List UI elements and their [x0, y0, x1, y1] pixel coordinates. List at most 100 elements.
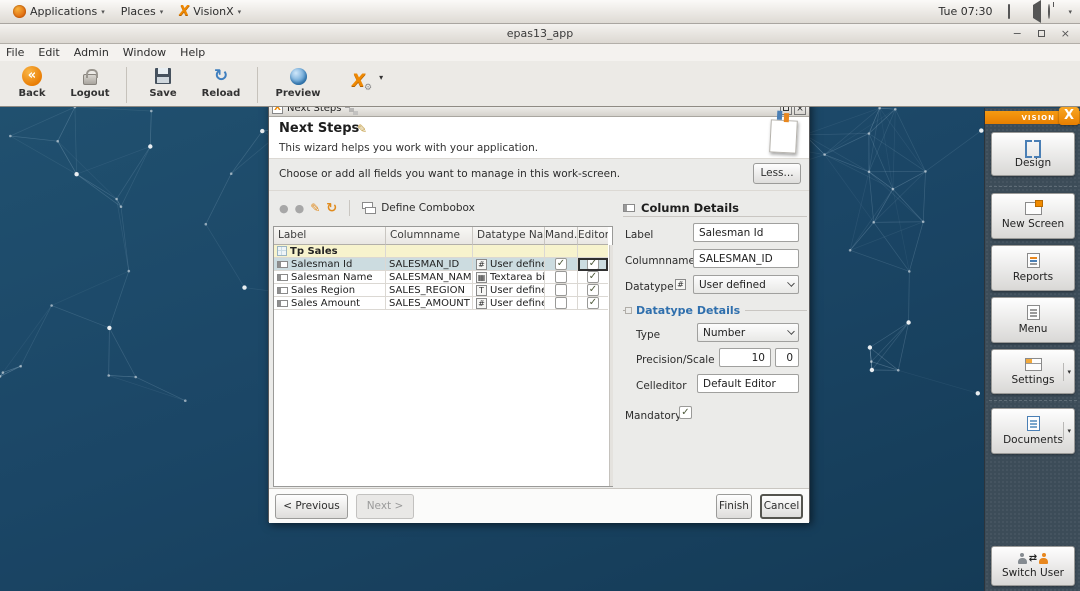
- label-input[interactable]: Salesman Id: [693, 223, 799, 242]
- column-header-label[interactable]: Label: [274, 227, 386, 245]
- floppy-icon: [155, 68, 171, 84]
- type-field-label: Type: [636, 329, 660, 341]
- screen-preview-thumbnail[interactable]: [769, 119, 798, 153]
- minimize-button[interactable]: −: [1013, 27, 1022, 41]
- mandatory-checkbox[interactable]: [555, 297, 567, 309]
- menu-edit[interactable]: Edit: [38, 46, 59, 59]
- new-screen-icon: [1025, 202, 1042, 215]
- field-icon: [277, 300, 288, 307]
- editor-checkbox[interactable]: ✓: [587, 271, 599, 283]
- refresh-icon[interactable]: ↻: [326, 201, 337, 216]
- table-group-row[interactable]: Tp Sales: [274, 245, 612, 258]
- dialog-heading: Next Steps: [279, 121, 359, 136]
- editor-checkbox[interactable]: ✓: [587, 284, 599, 296]
- power-icon[interactable]: [1048, 5, 1062, 19]
- refresh-icon: ↻: [214, 66, 228, 86]
- next-button[interactable]: Next >: [356, 494, 414, 519]
- column-header-datatype[interactable]: Datatype Name: [473, 227, 545, 245]
- pencil-icon: ✎: [357, 122, 367, 136]
- documents-icon: [1027, 416, 1040, 431]
- menu-icon: [1027, 305, 1040, 320]
- celleditor-input[interactable]: Default Editor: [697, 374, 799, 393]
- save-button[interactable]: Save: [141, 65, 185, 99]
- chevron-down-icon[interactable]: ▾: [1063, 363, 1071, 381]
- textarea-type-icon: ▦: [476, 272, 487, 283]
- instruction-text: Choose or add all fields you want to man…: [279, 168, 620, 180]
- chevron-down-icon: ▾: [238, 8, 242, 16]
- previous-button[interactable]: < Previous: [275, 494, 348, 519]
- datatype-combo-cell[interactable]: # User defined ▾: [473, 258, 545, 271]
- menu-window[interactable]: Window: [123, 46, 166, 59]
- documents-button[interactable]: Documents ▾: [991, 408, 1075, 454]
- maximize-button[interactable]: [1038, 27, 1045, 41]
- fields-table: Label Columnname Datatype Name Mand... E…: [273, 226, 613, 487]
- places-menu[interactable]: Places ▾: [116, 3, 169, 20]
- settings-button[interactable]: Settings ▾: [991, 349, 1075, 394]
- chevron-down-icon: [787, 279, 795, 287]
- switch-user-button[interactable]: ⇄ Switch User: [991, 546, 1075, 586]
- menu-button[interactable]: Menu: [991, 297, 1075, 343]
- finish-button[interactable]: Finish: [716, 494, 752, 519]
- next-steps-dialog: X Next Steps × Next Steps ✎ This wizard …: [268, 100, 810, 522]
- toolbar-separator: [257, 67, 258, 103]
- visionx-brand-banner: VISION X: [985, 111, 1080, 124]
- editor-checkbox[interactable]: ✓: [587, 258, 599, 270]
- reports-button[interactable]: Reports: [991, 245, 1075, 291]
- design-button[interactable]: Design: [991, 132, 1075, 176]
- collapse-icon[interactable]: [623, 310, 631, 311]
- define-combobox-button[interactable]: Define Combobox: [381, 202, 475, 214]
- field-icon: [277, 287, 288, 294]
- dialog-instruction-bar: Choose or add all fields you want to man…: [269, 159, 809, 191]
- close-button[interactable]: ×: [1061, 27, 1070, 41]
- display-icon[interactable]: [1008, 5, 1022, 19]
- less-button[interactable]: Less...: [753, 163, 801, 184]
- mandatory-checkbox[interactable]: [555, 284, 567, 296]
- toolbar-separator: [349, 200, 350, 216]
- chevron-down-icon[interactable]: ▾: [1063, 422, 1071, 440]
- type-select[interactable]: Number: [697, 323, 799, 342]
- column-header-editor[interactable]: Editor: [578, 227, 608, 245]
- reload-button[interactable]: ↻ Reload: [199, 65, 243, 99]
- delete-row-icon[interactable]: ●: [295, 202, 305, 215]
- menu-help[interactable]: Help: [180, 46, 205, 59]
- visionx-menu[interactable]: X VisionX ▾: [174, 2, 246, 21]
- logout-button[interactable]: Logout: [68, 65, 112, 99]
- sidebar-separator: [989, 186, 1077, 187]
- applications-menu[interactable]: Applications ▾: [8, 3, 110, 20]
- mandatory-checkbox[interactable]: ✓: [679, 406, 692, 419]
- edit-icon[interactable]: ✎: [310, 201, 320, 215]
- volume-icon[interactable]: [1028, 5, 1042, 19]
- menu-admin[interactable]: Admin: [74, 46, 109, 59]
- add-row-icon[interactable]: ●: [279, 202, 289, 215]
- mandatory-checkbox[interactable]: [555, 271, 567, 283]
- column-header-columnname[interactable]: Columnname: [386, 227, 473, 245]
- visionx-x-logo-icon[interactable]: X: [1059, 107, 1079, 125]
- table-row[interactable]: Sales Amount SALES_AMOUNT #User defined …: [274, 297, 612, 310]
- scale-input[interactable]: 0: [775, 348, 799, 367]
- column-details-icon: [623, 204, 635, 212]
- datatype-select[interactable]: User defined: [693, 275, 799, 294]
- columnname-input[interactable]: SALESMAN_ID: [693, 249, 799, 268]
- precision-input[interactable]: 10: [719, 348, 771, 367]
- chevron-down-icon[interactable]: ▾: [379, 73, 383, 82]
- table-row[interactable]: Salesman Id SALESMAN_ID # User defined ▾…: [274, 258, 612, 271]
- back-button[interactable]: « Back: [10, 65, 54, 99]
- table-row[interactable]: Salesman Name SALESMAN_NAME ▦Textarea bi…: [274, 271, 612, 284]
- editor-checkbox[interactable]: ✓: [587, 297, 599, 309]
- cancel-button[interactable]: Cancel: [760, 494, 803, 519]
- app-window-titlebar: epas13_app − ×: [0, 24, 1080, 44]
- table-scrollbar[interactable]: [609, 245, 613, 486]
- datatype-details-title: Datatype Details: [636, 304, 740, 317]
- mandatory-checkbox[interactable]: ✓: [555, 258, 567, 270]
- lock-icon: [83, 74, 97, 85]
- new-screen-button[interactable]: New Screen: [991, 193, 1075, 239]
- globe-icon: [290, 68, 307, 85]
- column-header-mandatory[interactable]: Mand...: [545, 227, 578, 245]
- table-row[interactable]: Sales Region SALES_REGION TUser defined …: [274, 284, 612, 297]
- label-field-label: Label: [625, 229, 653, 241]
- visionx-tool-button[interactable]: X ⚙: [352, 71, 365, 91]
- chevron-down-icon[interactable]: ▾: [1068, 8, 1072, 16]
- menu-file[interactable]: File: [6, 46, 24, 59]
- preview-button[interactable]: Preview: [272, 65, 324, 99]
- design-icon: [1025, 140, 1041, 154]
